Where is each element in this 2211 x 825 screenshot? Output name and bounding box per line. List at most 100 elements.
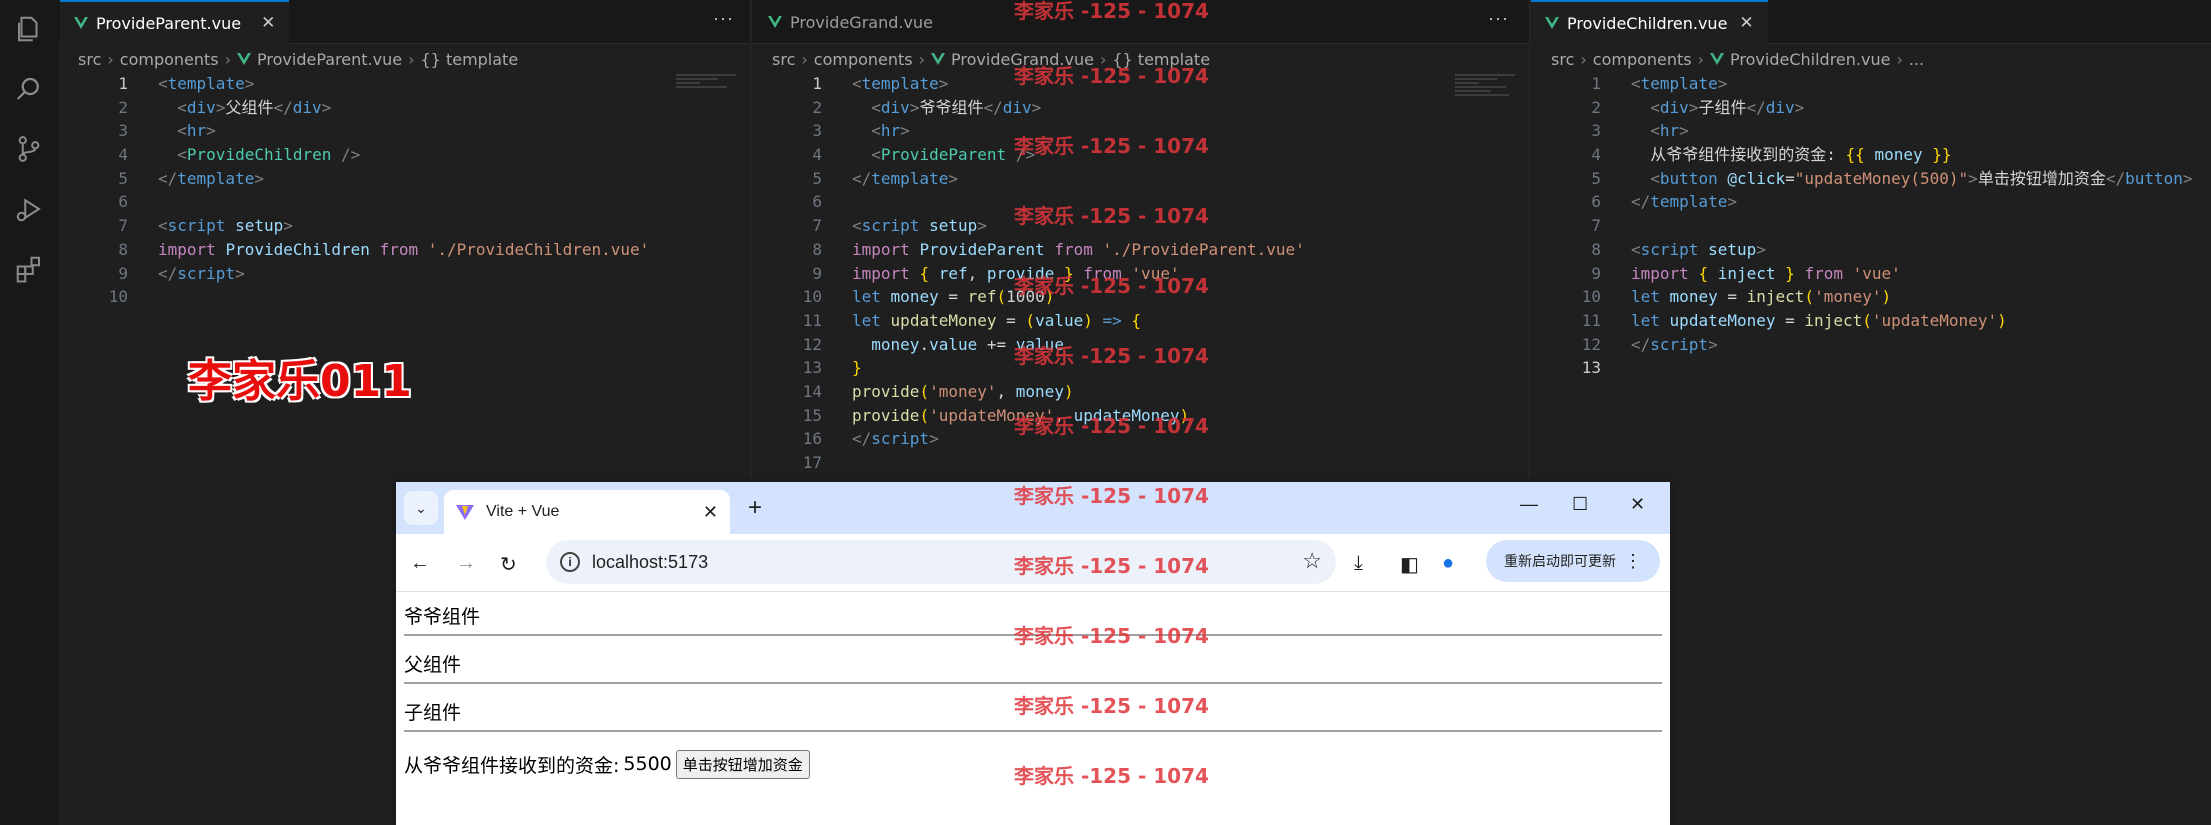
maximize-icon[interactable]: ☐ xyxy=(1572,494,1588,515)
money-label: 从爷爷组件接收到的资金: xyxy=(404,754,620,777)
code-text: <div>父组件</div> xyxy=(177,97,332,117)
code-line[interactable]: 2 <div>爷爷组件</div> xyxy=(752,96,1305,120)
minimize-icon[interactable]: — xyxy=(1520,494,1538,515)
site-info-icon[interactable]: i xyxy=(560,552,580,572)
code-line[interactable]: 5 </template> xyxy=(752,167,1305,191)
download-icon[interactable]: ⤓ xyxy=(1354,552,1363,575)
code-line[interactable]: 9 </script> xyxy=(58,262,649,286)
code-line[interactable]: 9 import { inject } from 'vue' xyxy=(1531,262,2193,286)
search-icon[interactable] xyxy=(14,74,44,104)
code-text: <ProvideParent /> xyxy=(871,145,1036,165)
code-line[interactable]: 2 <div>父组件</div> xyxy=(58,96,649,120)
code-line[interactable]: 10 xyxy=(58,285,649,309)
close-icon[interactable]: ✕ xyxy=(261,13,275,33)
more-actions-icon[interactable]: ··· xyxy=(713,8,734,29)
code-text: <div>子组件</div> xyxy=(1650,97,1805,117)
new-tab-icon[interactable]: + xyxy=(748,494,762,522)
tab-provide-children[interactable]: ProvideChildren.vue ✕ xyxy=(1531,0,1768,44)
breadcrumb-item[interactable]: components xyxy=(814,50,913,69)
address-bar[interactable]: i localhost:5173 ☆ xyxy=(546,540,1336,584)
line-number: 9 xyxy=(118,263,128,283)
breadcrumb-item[interactable]: ... xyxy=(1909,50,1924,69)
divider xyxy=(404,682,1662,684)
breadcrumb-item[interactable]: src xyxy=(772,50,795,69)
code-line[interactable]: 1 <template> xyxy=(1531,72,2193,96)
files-icon[interactable] xyxy=(14,14,44,44)
code-line[interactable]: 17 xyxy=(752,451,1305,475)
code-line[interactable]: 11 let updateMoney = inject('updateMoney'… xyxy=(1531,309,2193,333)
run-debug-icon[interactable] xyxy=(14,194,44,224)
code-line[interactable]: 5 <button @click="updateMoney(500)">单击按钮… xyxy=(1531,167,2192,191)
code-line[interactable]: 8 import ProvideChildren from './ProvideC… xyxy=(58,238,649,262)
code-text: </script> xyxy=(1631,334,1718,354)
breadcrumb-item[interactable]: {} template xyxy=(421,50,519,69)
code-line[interactable]: 4 <ProvideChildren /> xyxy=(58,143,649,167)
tab-search-icon[interactable]: ⌄ xyxy=(404,491,438,525)
menu-kebab-icon[interactable]: ⋮ xyxy=(1624,551,1642,572)
tab-provide-grand[interactable]: ProvideGrand.vue xyxy=(754,0,947,44)
code-line[interactable]: 1 <template> xyxy=(58,72,649,96)
code-line[interactable]: 7 xyxy=(1531,214,2193,238)
vue-file-icon xyxy=(768,16,782,28)
reload-icon[interactable]: ↻ xyxy=(500,552,517,577)
code-text: <script setup> xyxy=(158,216,293,236)
browser-tab-title: Vite + Vue xyxy=(486,503,560,520)
close-window-icon[interactable]: ✕ xyxy=(1630,494,1645,515)
line-number: 4 xyxy=(812,145,822,165)
code-line[interactable]: 8 import ProvideParent from './ProvidePar… xyxy=(752,238,1304,262)
bookmark-star-icon[interactable]: ☆ xyxy=(1302,548,1322,574)
watermark-text: 李家乐 -125 - 1074 xyxy=(1014,204,1209,228)
side-panel-icon[interactable]: ◧ xyxy=(1400,552,1419,577)
line-number: 12 xyxy=(802,334,822,354)
code-line[interactable]: 5 </template> xyxy=(58,167,649,191)
source-control-icon[interactable] xyxy=(14,134,44,164)
code-line[interactable]: 4 从爷爷组件接收到的资金: {{ money }} xyxy=(1531,143,2193,167)
activity-bar xyxy=(0,0,58,825)
line-number: 13 xyxy=(1581,358,1601,378)
minimap[interactable] xyxy=(676,72,736,172)
forward-icon[interactable]: → xyxy=(456,552,476,575)
more-actions-icon[interactable]: ··· xyxy=(1488,8,1509,29)
code-line[interactable]: 6 xyxy=(58,190,649,214)
line-number: 6 xyxy=(118,192,128,212)
browser-tab[interactable]: Vite + Vue ✕ xyxy=(444,490,730,534)
code-text: <hr> xyxy=(1650,121,1689,141)
breadcrumb-item[interactable]: ProvideParent.vue xyxy=(257,50,402,69)
code-line[interactable]: 3 <hr> xyxy=(58,119,649,143)
add-money-button[interactable]: 单击按钮增加资金 xyxy=(675,749,810,779)
breadcrumb-item[interactable]: ProvideChildren.vue xyxy=(1730,50,1890,69)
code-line[interactable]: 12 </script> xyxy=(1531,333,2193,357)
breadcrumb-item[interactable]: src xyxy=(1551,50,1574,69)
close-tab-icon[interactable]: ✕ xyxy=(703,502,718,523)
vite-favicon-icon xyxy=(456,505,474,520)
code-line[interactable]: 13 xyxy=(1531,356,2193,380)
code-line[interactable]: 8 <script setup> xyxy=(1531,238,2193,262)
code-text: <ProvideChildren /> xyxy=(177,145,361,165)
code-line[interactable]: 3 <hr> xyxy=(1531,119,2193,143)
update-button[interactable]: 重新启动即可更新 ⋮ xyxy=(1486,540,1660,582)
code-line[interactable]: 10 let money = inject('money') xyxy=(1531,285,2193,309)
parent-component-text: 父组件 xyxy=(404,654,462,676)
line-number: 7 xyxy=(118,216,128,236)
code-line[interactable]: 14 provide('money', money) xyxy=(752,380,1305,404)
extensions-icon[interactable] xyxy=(14,254,44,284)
code-line[interactable]: 6 </template> xyxy=(1531,190,2193,214)
breadcrumb: src › components › ProvideParent.vue › {} t… xyxy=(78,49,519,69)
breadcrumb-item[interactable]: components xyxy=(1593,50,1692,69)
code-editor[interactable]: 1 <template> 2 <div>父组件</div> 3 <hr> 4 <Prov… xyxy=(58,72,650,309)
code-line[interactable]: 2 <div>子组件</div> xyxy=(1531,96,2193,120)
back-icon[interactable]: ← xyxy=(410,552,430,575)
code-line[interactable]: 11 let updateMoney = (value) => { xyxy=(752,309,1305,333)
line-number: 11 xyxy=(802,310,822,330)
minimap[interactable] xyxy=(1455,72,1515,172)
breadcrumb-item[interactable]: components xyxy=(120,50,219,69)
profile-icon[interactable]: ● xyxy=(1442,552,1454,575)
code-line[interactable]: 7 <script setup> xyxy=(58,214,649,238)
breadcrumb-item[interactable]: src xyxy=(78,50,101,69)
tab-provide-parent[interactable]: ProvideParent.vue ✕ xyxy=(60,0,290,44)
code-text: <script setup> xyxy=(1631,239,1766,259)
code-editor[interactable]: 1 <template> 2 <div>子组件</div> 3 <hr> 4 从爷爷组件… xyxy=(1531,72,2193,380)
close-icon[interactable]: ✕ xyxy=(1739,13,1753,33)
